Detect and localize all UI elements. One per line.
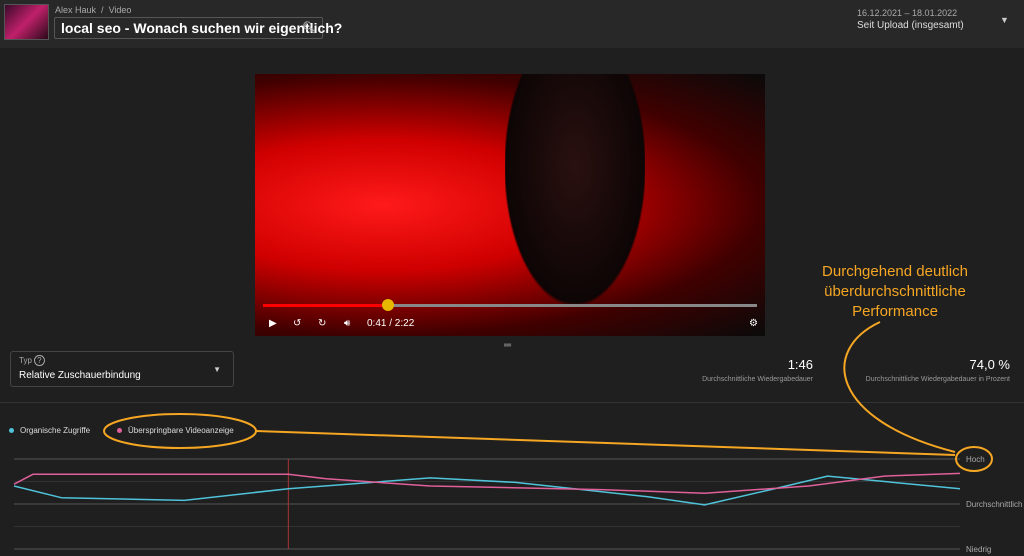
series-line-0 xyxy=(13,475,961,506)
annotation-circle-hoch xyxy=(955,446,993,472)
annotation-circle-legend xyxy=(103,413,257,449)
annotation-curve xyxy=(843,321,956,453)
annotation-arrow-line xyxy=(255,430,956,456)
series-line-1 xyxy=(13,472,961,494)
retention-chart xyxy=(13,321,993,550)
